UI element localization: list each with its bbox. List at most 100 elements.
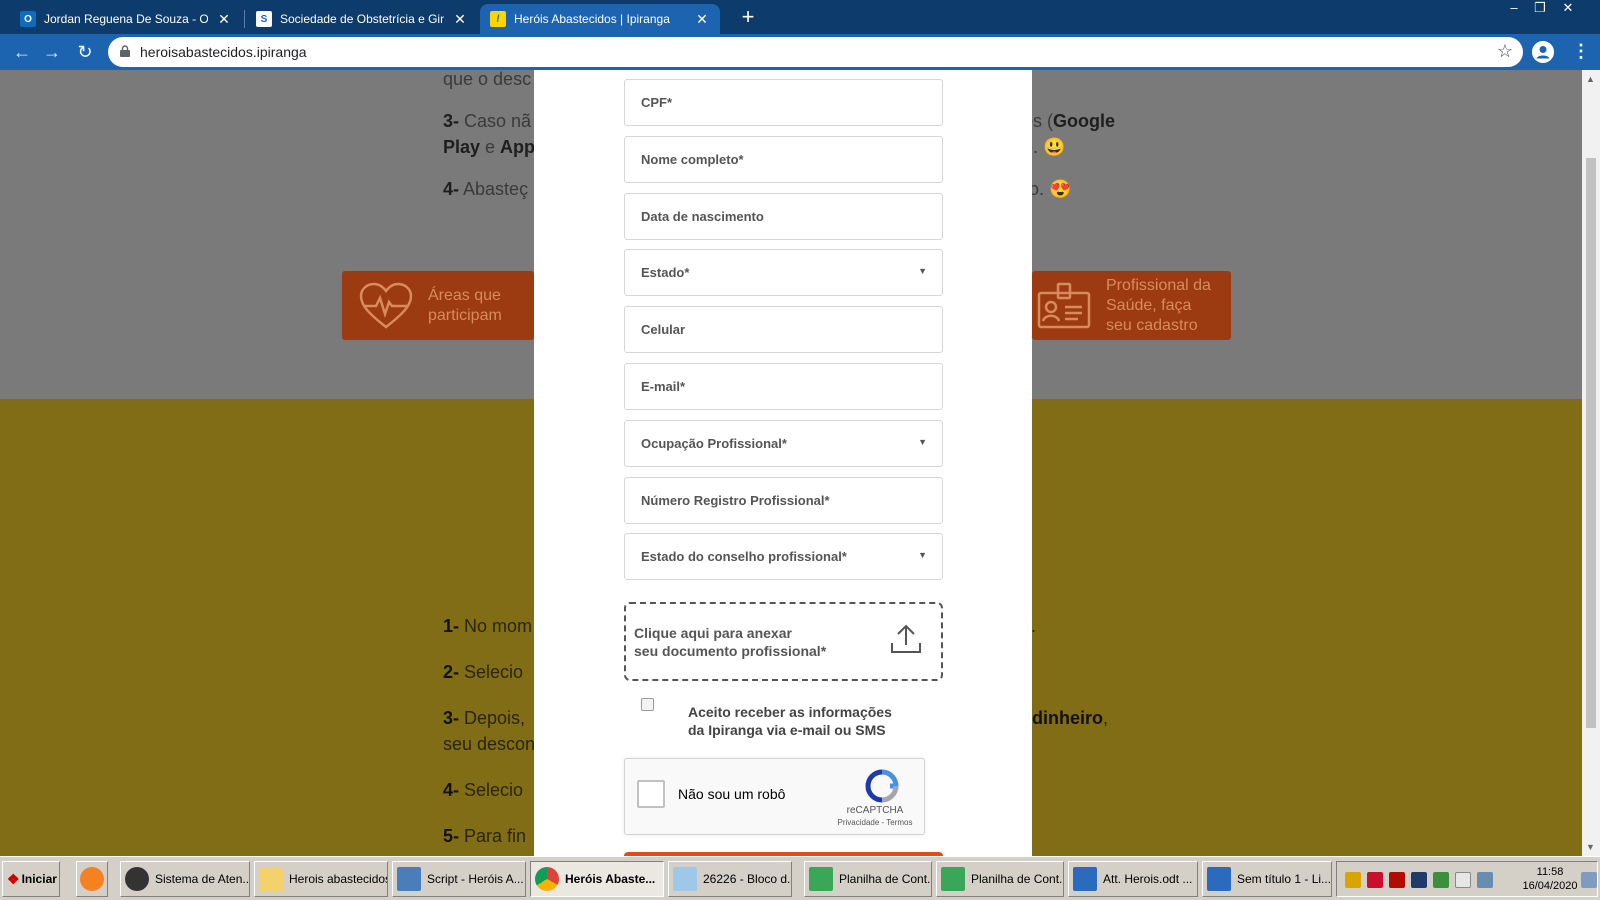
- document-upload[interactable]: Clique aqui para anexar seu documento pr…: [624, 602, 943, 681]
- media-player-button[interactable]: [76, 861, 108, 897]
- start-button[interactable]: ❖ Iniciar: [2, 861, 60, 897]
- vpn-icon[interactable]: [1433, 872, 1449, 888]
- email-placeholder: E-mail*: [641, 379, 686, 394]
- list-item: 3- Depois,: [443, 708, 526, 728]
- consent-checkbox[interactable]: [641, 698, 654, 711]
- close-icon[interactable]: ✕: [694, 11, 710, 28]
- full-name-field[interactable]: Nome completo*: [624, 136, 943, 183]
- address-bar[interactable]: heroisabastecidos.ipiranga ☆: [108, 37, 1523, 67]
- step-4-text: 4- Abasteç: [443, 179, 529, 199]
- taskbar-item[interactable]: Att. Herois.odt ...: [1068, 861, 1198, 897]
- antivirus-icon[interactable]: [1367, 872, 1383, 888]
- system-tray: 11:58 16/04/2020: [1336, 861, 1598, 897]
- recaptcha-checkbox[interactable]: [637, 780, 665, 808]
- recaptcha-links[interactable]: Privacidade - Termos: [832, 818, 918, 827]
- close-icon[interactable]: ✕: [452, 11, 468, 28]
- taskbar-item[interactable]: Herois abastecidos: [254, 861, 388, 897]
- council-state-select[interactable]: Estado do conselho profissional* ▼: [624, 533, 943, 580]
- profile-avatar-icon[interactable]: [1532, 41, 1554, 63]
- new-tab-button[interactable]: +: [736, 6, 760, 30]
- clock[interactable]: 11:58 16/04/2020: [1515, 865, 1585, 893]
- flag-icon[interactable]: [1455, 872, 1471, 888]
- areas-button-label: Áreas que participam: [428, 286, 502, 324]
- browser-menu-icon[interactable]: ⋮: [1571, 40, 1591, 64]
- full-name-placeholder: Nome completo*: [641, 152, 744, 167]
- forward-icon[interactable]: →: [40, 40, 64, 64]
- cpf-field[interactable]: CPF*: [624, 79, 943, 126]
- minimize-icon[interactable]: –: [1502, 0, 1526, 18]
- ipiranga-icon: /: [490, 11, 506, 27]
- dropdown-arrow-icon: ▼: [918, 437, 927, 447]
- chrome-icon: [535, 867, 559, 891]
- occupation-select[interactable]: Ocupação Profissional* ▼: [624, 420, 943, 467]
- network-icon[interactable]: [1477, 872, 1493, 888]
- tab-society[interactable]: S Sociedade de Obstetrícia e Ginecologia…: [246, 4, 478, 34]
- bookmark-star-icon[interactable]: ☆: [1497, 41, 1513, 62]
- browser-toolbar: ← → ↻ heroisabastecidos.ipiranga ☆ ⋮: [0, 34, 1600, 70]
- list-item: 2- Selecio: [443, 662, 524, 682]
- state-select[interactable]: Estado* ▼: [624, 249, 943, 296]
- scroll-up-icon[interactable]: ▲: [1586, 74, 1595, 84]
- clock-date: 16/04/2020: [1522, 880, 1578, 892]
- areas-button[interactable]: Áreas que participam: [342, 271, 534, 340]
- occupation-placeholder: Ocupação Profissional*: [641, 436, 787, 451]
- list-item-line2: seu descon: [443, 734, 536, 754]
- acrobat-icon[interactable]: [1389, 872, 1405, 888]
- id-card-icon: [1037, 282, 1091, 328]
- taskbar-item[interactable]: Planilha de Cont...: [936, 861, 1064, 897]
- list-item-end: dinheiro,: [1032, 708, 1109, 728]
- taskbar-item[interactable]: Sem título 1 - Li...: [1202, 861, 1332, 897]
- registration-number-placeholder: Número Registro Profissional*: [641, 493, 830, 508]
- restore-icon[interactable]: ❐: [1528, 0, 1552, 18]
- show-desktop-icon[interactable]: [1581, 872, 1597, 888]
- scroll-down-icon[interactable]: ▼: [1586, 842, 1595, 852]
- registration-number-field[interactable]: Número Registro Profissional*: [624, 477, 943, 524]
- list-item: 1- No mom: [443, 616, 533, 636]
- clock-time: 11:58: [1536, 866, 1564, 878]
- taskbar-item[interactable]: 26226 - Bloco d...: [668, 861, 792, 897]
- taskbar-item[interactable]: Planilha de Cont...: [804, 861, 932, 897]
- council-state-placeholder: Estado do conselho profissional*: [641, 549, 847, 564]
- scrollbar-thumb[interactable]: [1586, 158, 1596, 728]
- step-3-text-line2: Play e App: [443, 137, 536, 157]
- recaptcha-widget: Não sou um robô reCAPTCHA Privacidade - …: [624, 758, 925, 835]
- birth-date-placeholder: Data de nascimento: [641, 209, 764, 224]
- recaptcha-logo-icon: [865, 769, 899, 803]
- notepad-icon: [673, 867, 697, 891]
- headset-icon: [125, 867, 149, 891]
- tab-title: Heróis Abastecidos | Ipiranga: [514, 12, 670, 26]
- windows-taskbar: ❖ Iniciar Sistema de Aten... Herois abas…: [0, 856, 1600, 900]
- url-text: heroisabastecidos.ipiranga: [140, 44, 307, 60]
- reload-icon[interactable]: ↻: [73, 40, 97, 64]
- consent-label: Aceito receber as informações da Ipirang…: [688, 704, 892, 738]
- monitor-icon[interactable]: [1411, 872, 1427, 888]
- tab-outlook[interactable]: O Jordan Reguena De Souza - Outlook ✕: [10, 4, 242, 34]
- registration-modal: CPF* Nome completo* Data de nascimento E…: [534, 70, 1032, 856]
- back-icon[interactable]: ←: [10, 40, 34, 64]
- start-label: Iniciar: [21, 872, 57, 886]
- taskbar-item[interactable]: Script - Heróis A...: [392, 861, 526, 897]
- taskbar-item[interactable]: Sistema de Aten...: [120, 861, 250, 897]
- birth-date-field[interactable]: Data de nascimento: [624, 193, 943, 240]
- taskbar-item-active[interactable]: Heróis Abaste...: [530, 861, 664, 897]
- writer-icon: [1207, 867, 1231, 891]
- page-scrollbar[interactable]: ▲ ▼: [1582, 70, 1600, 856]
- shield-icon[interactable]: [1345, 872, 1361, 888]
- spreadsheet-icon: [809, 867, 833, 891]
- upload-icon: [891, 624, 921, 653]
- close-icon[interactable]: ✕: [216, 11, 232, 28]
- upload-label: Clique aqui para anexar seu documento pr…: [634, 625, 827, 659]
- folder-icon: [259, 867, 283, 891]
- heart-pulse-icon: [359, 282, 413, 329]
- mobile-phone-field[interactable]: Celular: [624, 306, 943, 353]
- browser-tab-strip: O Jordan Reguena De Souza - Outlook ✕ S …: [0, 0, 1600, 34]
- professional-register-label: Profissional da Saúde, faça seu cadastro: [1106, 276, 1211, 334]
- society-icon: S: [256, 11, 272, 27]
- professional-register-button[interactable]: Profissional da Saúde, faça seu cadastro: [1032, 271, 1231, 340]
- list-item: 4- Selecio: [443, 780, 524, 800]
- close-window-icon[interactable]: ✕: [1556, 0, 1580, 18]
- tab-ipiranga[interactable]: / Heróis Abastecidos | Ipiranga ✕: [480, 4, 720, 34]
- email-field[interactable]: E-mail*: [624, 363, 943, 410]
- state-placeholder: Estado*: [641, 265, 690, 280]
- tab-title: Jordan Reguena De Souza - Outlook: [44, 12, 208, 26]
